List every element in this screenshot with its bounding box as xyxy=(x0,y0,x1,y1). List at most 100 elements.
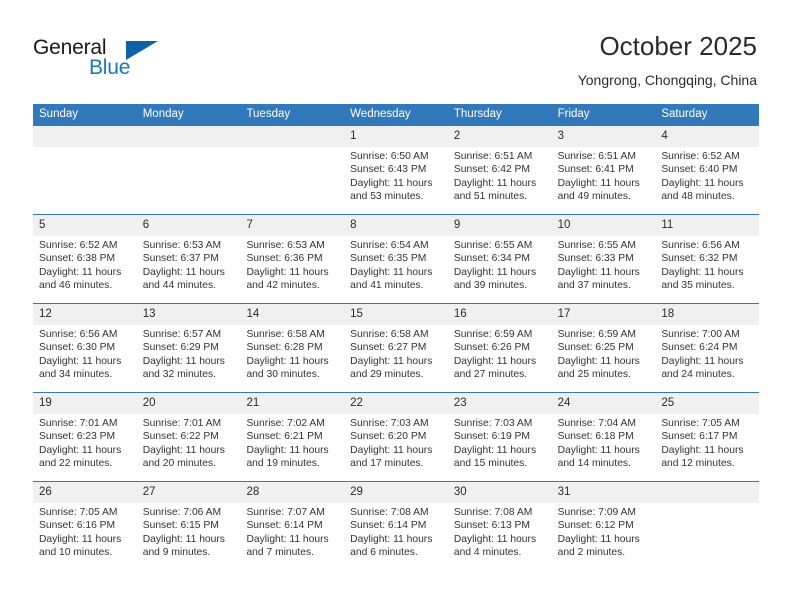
day-number[interactable]: 21 xyxy=(240,393,344,414)
day-cell[interactable]: Sunrise: 7:05 AM Sunset: 6:16 PM Dayligh… xyxy=(33,503,137,570)
day-cell[interactable]: Sunrise: 7:00 AM Sunset: 6:24 PM Dayligh… xyxy=(655,325,759,392)
daylight-text-cont: and 27 minutes. xyxy=(453,368,528,380)
day-number[interactable]: 12 xyxy=(33,304,137,325)
day-cell[interactable]: Sunrise: 6:51 AM Sunset: 6:41 PM Dayligh… xyxy=(552,147,656,214)
day-cell[interactable]: Sunrise: 6:53 AM Sunset: 6:37 PM Dayligh… xyxy=(137,236,241,303)
day-cell[interactable]: Sunrise: 6:56 AM Sunset: 6:32 PM Dayligh… xyxy=(655,236,759,303)
sunset-text: Sunset: 6:13 PM xyxy=(453,520,531,532)
sunset-text: Sunset: 6:42 PM xyxy=(453,164,531,176)
day-cell[interactable]: Sunrise: 7:01 AM Sunset: 6:23 PM Dayligh… xyxy=(33,414,137,481)
day-cell[interactable]: Sunrise: 7:04 AM Sunset: 6:18 PM Dayligh… xyxy=(552,414,656,481)
day-cell[interactable]: Sunrise: 7:08 AM Sunset: 6:13 PM Dayligh… xyxy=(448,503,552,570)
day-cell[interactable]: Sunrise: 6:59 AM Sunset: 6:26 PM Dayligh… xyxy=(448,325,552,392)
day-number[interactable]: 6 xyxy=(137,215,241,236)
day-number[interactable]: 15 xyxy=(344,304,448,325)
day-cell[interactable]: Sunrise: 6:55 AM Sunset: 6:34 PM Dayligh… xyxy=(448,236,552,303)
day-number[interactable]: 26 xyxy=(33,482,137,503)
day-number[interactable]: 28 xyxy=(240,482,344,503)
day-cell[interactable]: Sunrise: 6:55 AM Sunset: 6:33 PM Dayligh… xyxy=(552,236,656,303)
sunset-text: Sunset: 6:36 PM xyxy=(246,253,323,265)
day-cell[interactable] xyxy=(33,147,137,214)
sunset-text: Sunset: 6:33 PM xyxy=(557,253,634,265)
day-number[interactable]: 18 xyxy=(655,304,759,325)
daylight-text-cont: and 35 minutes. xyxy=(661,279,735,291)
day-number[interactable]: 25 xyxy=(655,393,759,414)
day-cell[interactable]: Sunrise: 6:57 AM Sunset: 6:29 PM Dayligh… xyxy=(137,325,241,392)
sunset-text: Sunset: 6:43 PM xyxy=(350,164,427,176)
day-cell[interactable]: Sunrise: 7:05 AM Sunset: 6:17 PM Dayligh… xyxy=(655,414,759,481)
daylight-text: Daylight: 11 hours xyxy=(557,266,640,278)
day-number[interactable]: 1 xyxy=(344,126,448,147)
sunset-text: Sunset: 6:29 PM xyxy=(142,342,219,354)
daylight-text-cont: and 39 minutes. xyxy=(453,279,528,291)
day-number[interactable]: 30 xyxy=(448,482,552,503)
day-number[interactable]: 2 xyxy=(448,126,552,147)
day-number[interactable]: 10 xyxy=(552,215,656,236)
day-number[interactable]: 9 xyxy=(448,215,552,236)
daylight-text: Daylight: 11 hours xyxy=(246,533,329,545)
sunset-text: Sunset: 6:15 PM xyxy=(142,520,219,532)
day-number[interactable]: 13 xyxy=(137,304,241,325)
day-cell[interactable]: Sunrise: 7:03 AM Sunset: 6:20 PM Dayligh… xyxy=(344,414,448,481)
week-date-numbers: 5 6 7 8 9 10 11 xyxy=(33,215,759,236)
day-number[interactable]: 24 xyxy=(552,393,656,414)
sunrise-text: Sunrise: 6:59 AM xyxy=(557,329,637,340)
weekday-header-friday: Friday xyxy=(557,108,590,120)
day-number[interactable] xyxy=(137,126,241,147)
daylight-text: Daylight: 11 hours xyxy=(453,533,537,545)
day-cell[interactable]: Sunrise: 7:08 AM Sunset: 6:14 PM Dayligh… xyxy=(344,503,448,570)
day-cell[interactable]: Sunrise: 7:03 AM Sunset: 6:19 PM Dayligh… xyxy=(448,414,552,481)
day-number[interactable]: 3 xyxy=(552,126,656,147)
day-cell[interactable]: Sunrise: 6:54 AM Sunset: 6:35 PM Dayligh… xyxy=(344,236,448,303)
day-cell[interactable]: Sunrise: 6:56 AM Sunset: 6:30 PM Dayligh… xyxy=(33,325,137,392)
day-cell[interactable]: Sunrise: 7:09 AM Sunset: 6:12 PM Dayligh… xyxy=(552,503,656,570)
daylight-text-cont: and 46 minutes. xyxy=(39,279,113,291)
day-cell[interactable]: Sunrise: 7:01 AM Sunset: 6:22 PM Dayligh… xyxy=(137,414,241,481)
day-number[interactable] xyxy=(33,126,137,147)
day-number[interactable]: 4 xyxy=(655,126,759,147)
day-cell[interactable]: Sunrise: 6:52 AM Sunset: 6:40 PM Dayligh… xyxy=(655,147,759,214)
day-cell[interactable]: Sunrise: 6:53 AM Sunset: 6:36 PM Dayligh… xyxy=(240,236,344,303)
day-number[interactable]: 7 xyxy=(240,215,344,236)
general-blue-logo[interactable]: General Blue xyxy=(33,36,183,84)
daylight-text-cont: and 12 minutes. xyxy=(661,457,735,469)
day-cell[interactable] xyxy=(240,147,344,214)
day-number[interactable]: 14 xyxy=(240,304,344,325)
day-cell[interactable]: Sunrise: 6:51 AM Sunset: 6:42 PM Dayligh… xyxy=(448,147,552,214)
week-detail-row: Sunrise: 6:56 AM Sunset: 6:30 PM Dayligh… xyxy=(33,325,759,392)
day-number[interactable] xyxy=(655,482,759,503)
daylight-text: Daylight: 11 hours xyxy=(39,533,122,545)
sunrise-text: Sunrise: 7:03 AM xyxy=(350,418,429,429)
day-cell[interactable]: Sunrise: 7:02 AM Sunset: 6:21 PM Dayligh… xyxy=(240,414,344,481)
day-cell[interactable]: Sunrise: 6:58 AM Sunset: 6:27 PM Dayligh… xyxy=(344,325,448,392)
day-number[interactable]: 31 xyxy=(552,482,656,503)
page-header: General Blue October 2025 Yongrong, Chon… xyxy=(0,0,792,100)
day-number[interactable]: 19 xyxy=(33,393,137,414)
day-cell[interactable]: Sunrise: 7:06 AM Sunset: 6:15 PM Dayligh… xyxy=(137,503,241,570)
day-number[interactable]: 23 xyxy=(448,393,552,414)
day-number[interactable]: 11 xyxy=(655,215,759,236)
day-number[interactable]: 16 xyxy=(448,304,552,325)
daylight-text: Daylight: 11 hours xyxy=(142,355,225,367)
day-number[interactable] xyxy=(240,126,344,147)
day-number[interactable]: 17 xyxy=(552,304,656,325)
day-cell[interactable]: Sunrise: 6:52 AM Sunset: 6:38 PM Dayligh… xyxy=(33,236,137,303)
day-cell[interactable] xyxy=(655,503,759,570)
daylight-text-cont: and 22 minutes. xyxy=(39,457,113,469)
day-cell[interactable]: Sunrise: 7:07 AM Sunset: 6:14 PM Dayligh… xyxy=(240,503,344,570)
day-number[interactable]: 20 xyxy=(137,393,241,414)
day-cell[interactable]: Sunrise: 6:50 AM Sunset: 6:43 PM Dayligh… xyxy=(344,147,448,214)
day-number[interactable]: 27 xyxy=(137,482,241,503)
day-cell[interactable]: Sunrise: 6:58 AM Sunset: 6:28 PM Dayligh… xyxy=(240,325,344,392)
weekday-header-tuesday: Tuesday xyxy=(246,108,291,120)
day-cell[interactable]: Sunrise: 6:59 AM Sunset: 6:25 PM Dayligh… xyxy=(552,325,656,392)
day-number[interactable]: 22 xyxy=(344,393,448,414)
sunrise-text: Sunrise: 6:59 AM xyxy=(453,329,533,340)
weekday-header-monday: Monday xyxy=(142,108,184,120)
day-number[interactable]: 29 xyxy=(344,482,448,503)
daylight-text-cont: and 51 minutes. xyxy=(453,190,528,202)
day-number[interactable]: 5 xyxy=(33,215,137,236)
day-cell[interactable] xyxy=(137,147,241,214)
day-number[interactable]: 8 xyxy=(344,215,448,236)
daylight-text: Daylight: 11 hours xyxy=(557,177,640,189)
